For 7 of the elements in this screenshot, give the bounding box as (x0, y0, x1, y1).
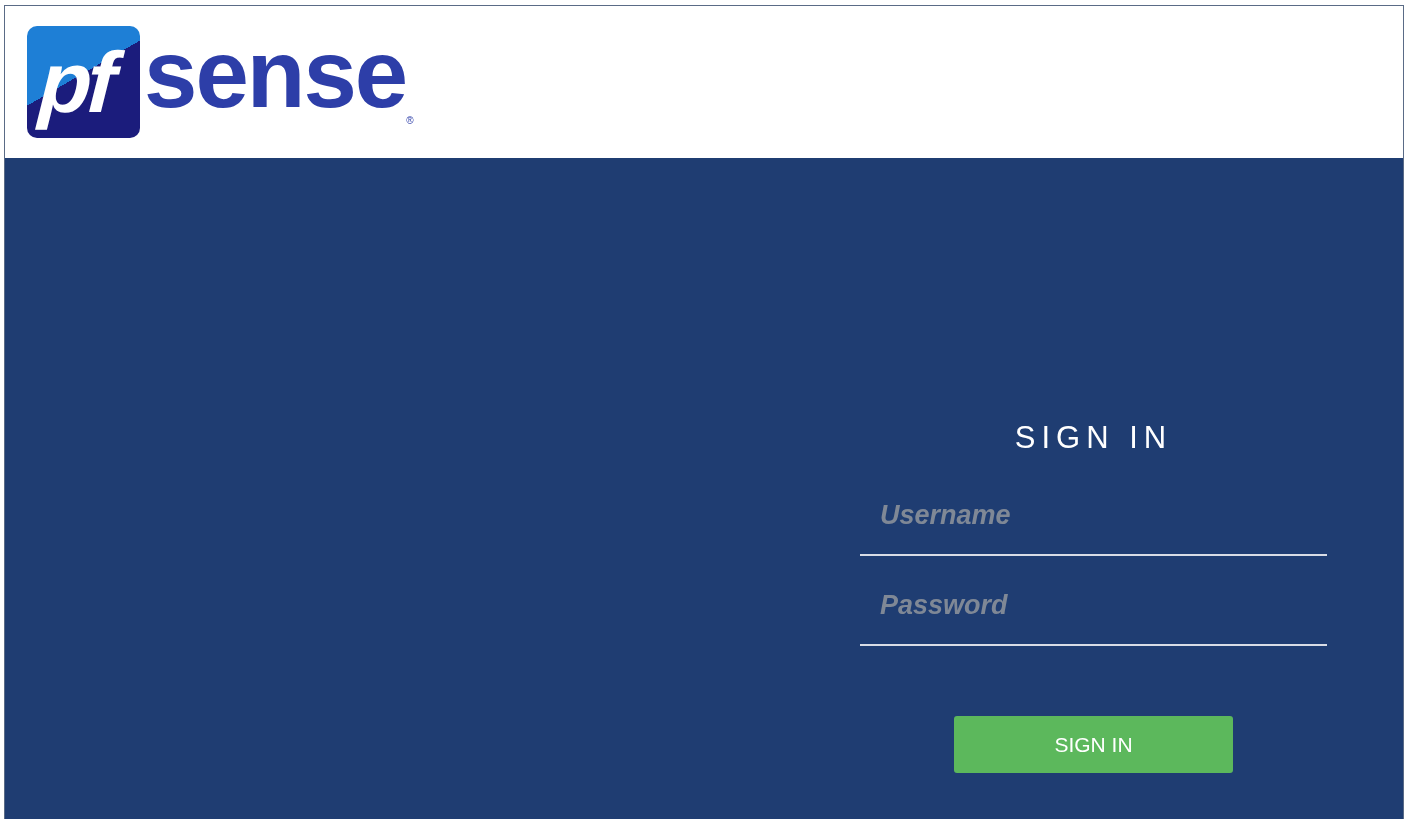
input-field[interactable]: Password (860, 584, 1327, 646)
sign-in-button[interactable]: SIGN IN (954, 716, 1233, 773)
registered-mark: ® (406, 115, 414, 126)
sign-in-title: SIGN IN (1014, 420, 1173, 456)
logo-wordmark: sense (144, 26, 407, 122)
input-field[interactable]: Username (860, 494, 1327, 556)
logo-mark: pf (27, 26, 140, 138)
